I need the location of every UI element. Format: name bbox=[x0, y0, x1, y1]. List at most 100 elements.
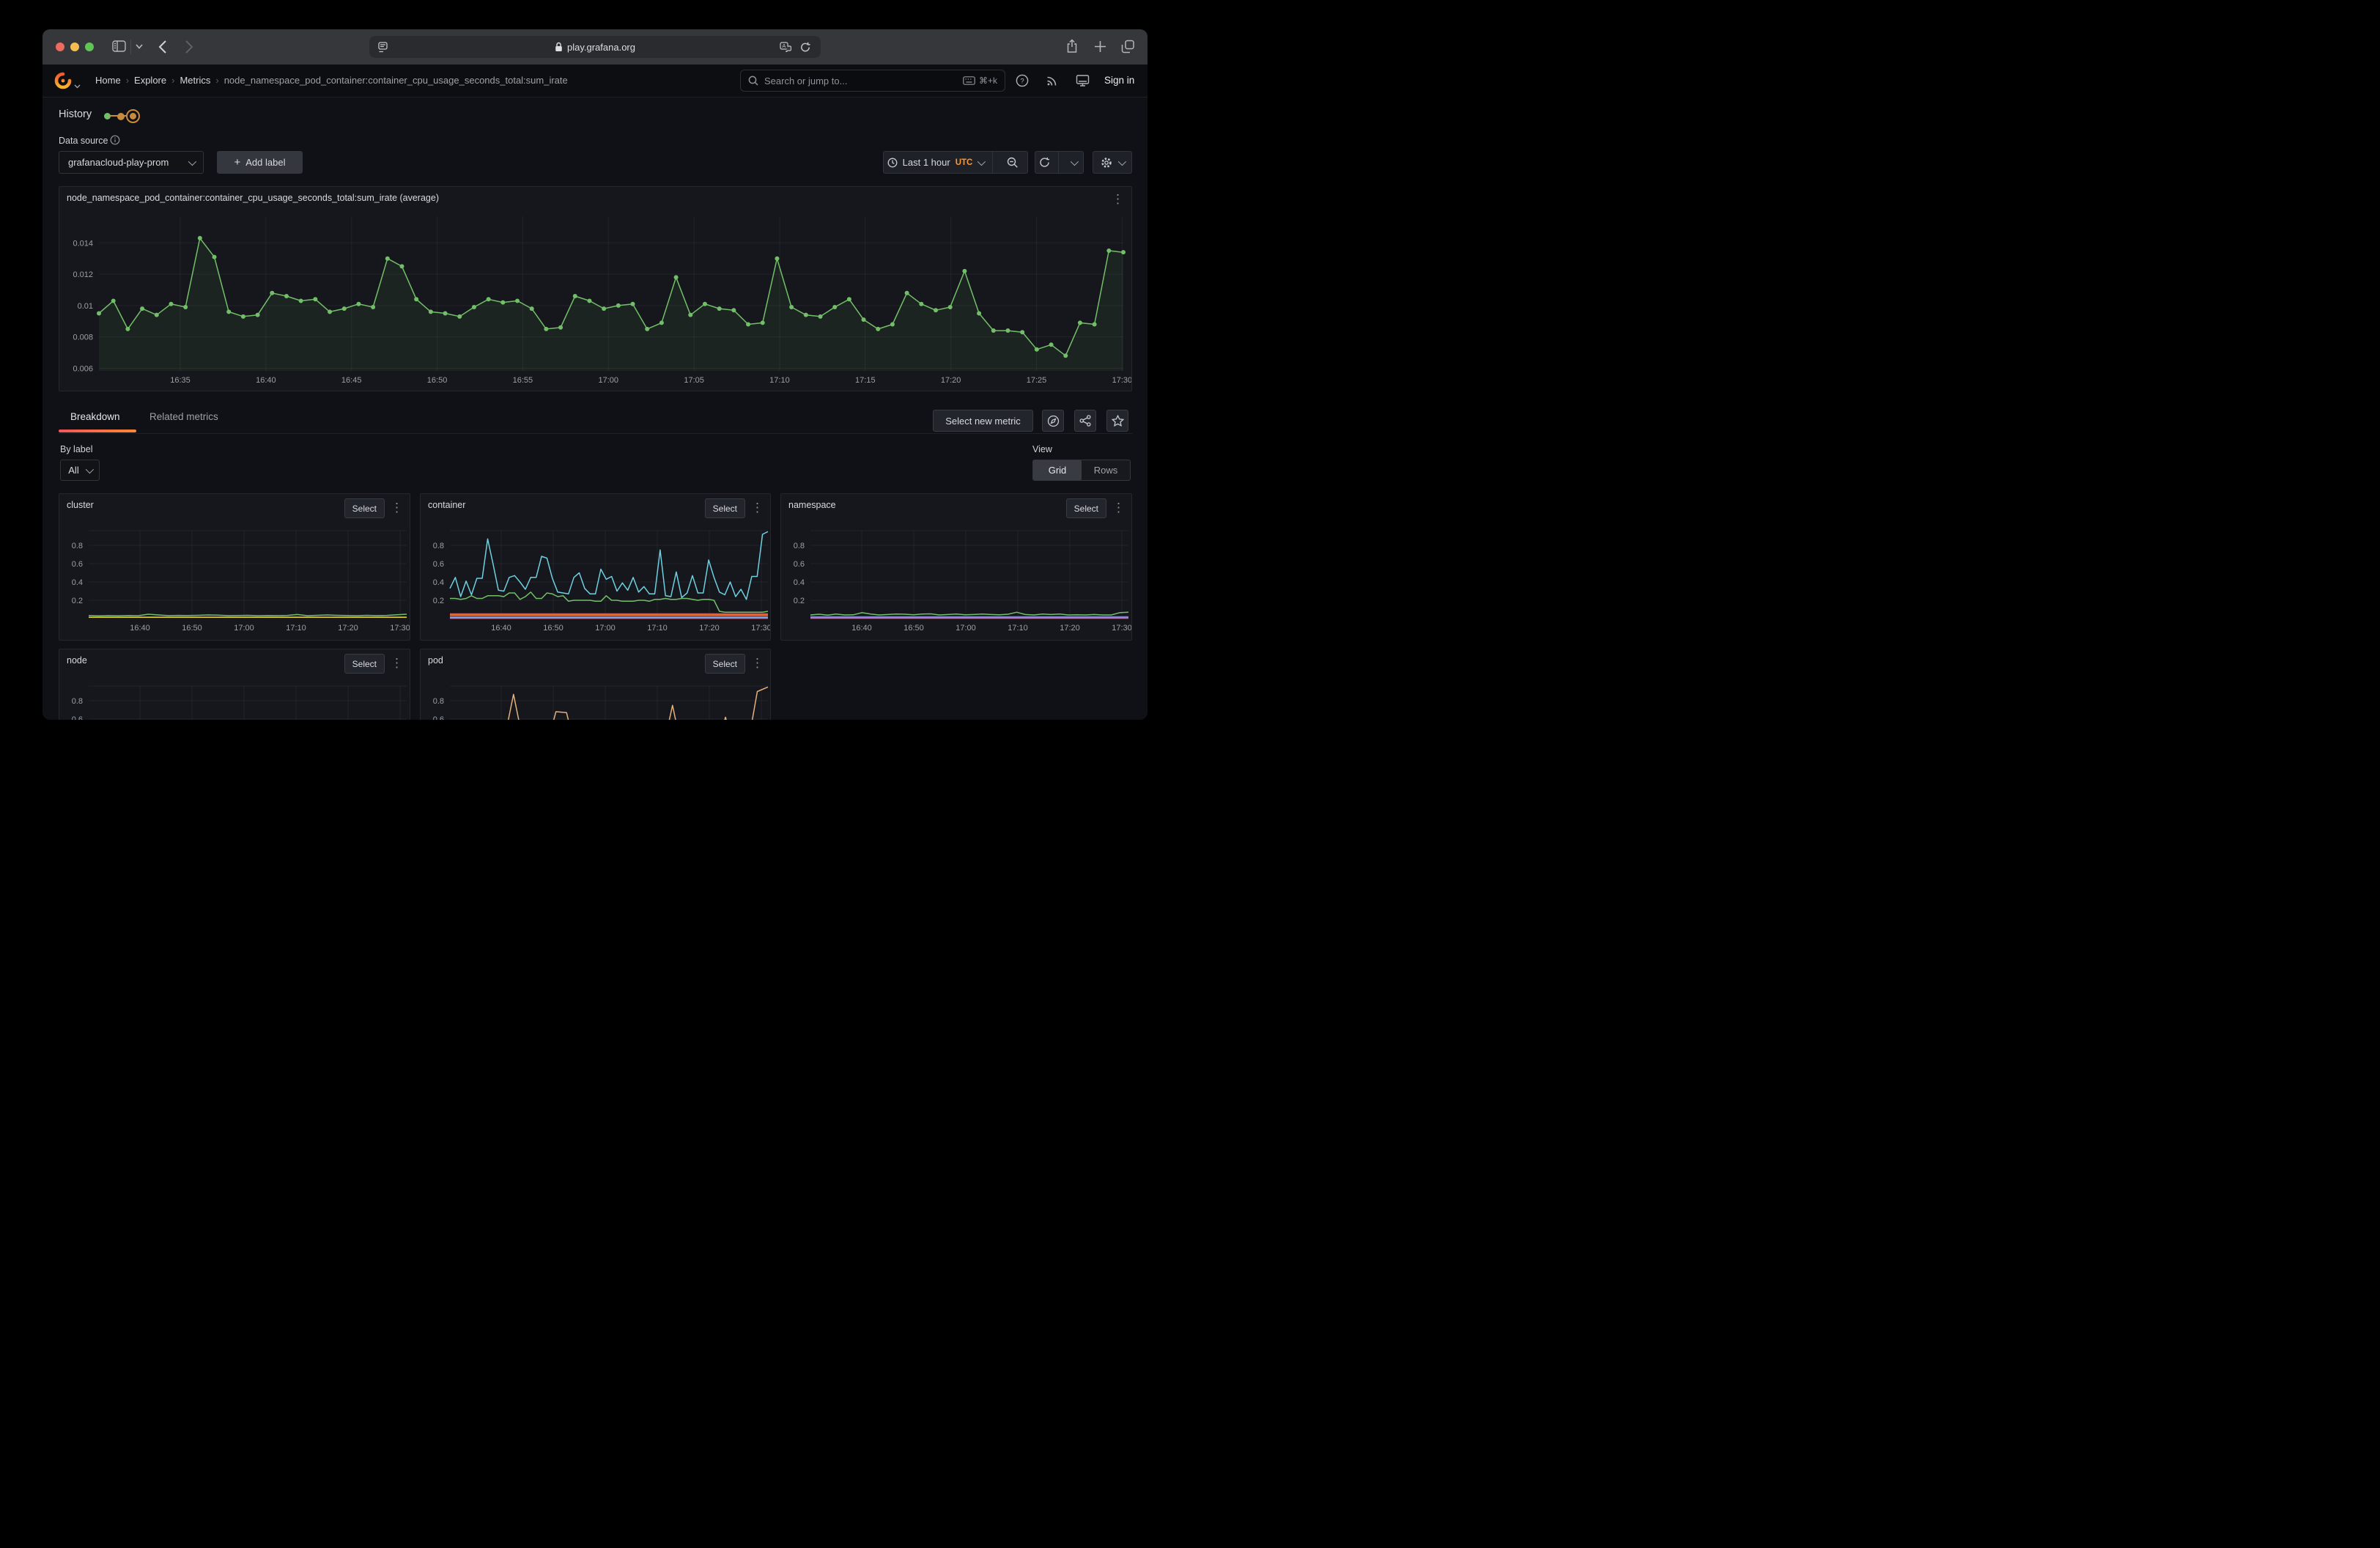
breakdown-panel-cluster: cluster Select ⋮ 0.80.60.40.216:4016:501… bbox=[59, 493, 410, 641]
org-chevron-down-icon[interactable] bbox=[74, 79, 81, 92]
share-icon[interactable] bbox=[1066, 39, 1078, 54]
svg-text:16:55: 16:55 bbox=[513, 376, 533, 385]
view-grid-option[interactable]: Grid bbox=[1033, 460, 1082, 480]
datasource-label: Data source bbox=[59, 136, 108, 146]
view-toggle: Grid Rows bbox=[1032, 460, 1131, 481]
datasource-value: grafanacloud-play-prom bbox=[68, 157, 169, 168]
svg-text:0.4: 0.4 bbox=[72, 578, 83, 587]
breadcrumb: Home› Explore› Metrics› node_namespace_p… bbox=[95, 75, 568, 86]
zoom-window-button[interactable] bbox=[85, 43, 94, 51]
address-bar[interactable]: play.grafana.org A bbox=[369, 36, 821, 58]
pod-chart[interactable]: 0.80.60.40.216:4016:5017:0017:1017:2017:… bbox=[421, 649, 770, 720]
main-metric-chart[interactable]: 0.0140.0120.010.0080.00616:3516:4016:451… bbox=[59, 187, 1131, 391]
svg-text:16:40: 16:40 bbox=[256, 376, 276, 385]
svg-text:0.4: 0.4 bbox=[794, 578, 805, 587]
refresh-button-group[interactable] bbox=[1035, 151, 1084, 174]
star-icon bbox=[1112, 415, 1124, 427]
tab-breakdown[interactable]: Breakdown bbox=[70, 411, 120, 422]
svg-text:0.2: 0.2 bbox=[72, 597, 83, 605]
history-step-current[interactable] bbox=[126, 109, 140, 123]
svg-text:17:20: 17:20 bbox=[338, 624, 358, 633]
minimize-window-button[interactable] bbox=[70, 43, 79, 51]
explore-compass-button[interactable] bbox=[1042, 410, 1064, 432]
share-nodes-icon bbox=[1079, 415, 1091, 427]
active-tab-indicator bbox=[59, 430, 136, 432]
svg-text:16:50: 16:50 bbox=[427, 376, 448, 385]
refresh-interval-dropdown[interactable] bbox=[1064, 160, 1083, 166]
svg-text:0.006: 0.006 bbox=[73, 364, 93, 373]
container-chart[interactable]: 0.80.60.40.216:4016:5017:0017:1017:2017:… bbox=[421, 494, 770, 640]
tab-related-metrics[interactable]: Related metrics bbox=[149, 411, 218, 422]
select-new-metric-button[interactable]: Select new metric bbox=[933, 410, 1033, 432]
tab-overview-icon[interactable] bbox=[1121, 40, 1135, 54]
sign-in-button[interactable]: Sign in bbox=[1104, 75, 1134, 86]
refresh-icon[interactable] bbox=[1035, 157, 1053, 168]
help-icon[interactable]: ? bbox=[1014, 73, 1030, 89]
close-window-button[interactable] bbox=[56, 43, 64, 51]
namespace-chart[interactable]: 0.80.60.40.216:4016:5017:0017:1017:2017:… bbox=[781, 494, 1131, 640]
share-metric-button[interactable] bbox=[1074, 410, 1096, 432]
gear-icon bbox=[1101, 157, 1112, 169]
reader-icon[interactable] bbox=[378, 36, 388, 58]
translate-icon[interactable]: A bbox=[780, 36, 791, 58]
chevron-down-icon bbox=[188, 157, 196, 165]
chevron-down-icon bbox=[978, 157, 986, 165]
svg-text:0.8: 0.8 bbox=[433, 542, 444, 550]
new-tab-icon[interactable] bbox=[1094, 40, 1106, 53]
breadcrumb-explore[interactable]: Explore bbox=[134, 75, 166, 86]
svg-text:0.01: 0.01 bbox=[78, 302, 93, 311]
svg-text:0.6: 0.6 bbox=[433, 715, 444, 720]
info-icon[interactable] bbox=[110, 135, 120, 149]
monitor-icon[interactable] bbox=[1074, 73, 1090, 89]
back-icon[interactable] bbox=[158, 40, 167, 54]
forward-icon bbox=[185, 40, 193, 54]
compass-icon bbox=[1047, 415, 1060, 427]
add-label-button[interactable]: + Add label bbox=[217, 151, 303, 174]
svg-text:16:50: 16:50 bbox=[182, 624, 202, 633]
svg-text:0.008: 0.008 bbox=[73, 333, 93, 342]
svg-text:16:40: 16:40 bbox=[130, 624, 150, 633]
svg-text:?: ? bbox=[1020, 77, 1024, 85]
breadcrumb-metrics[interactable]: Metrics bbox=[180, 75, 210, 86]
breakdown-panel-namespace: namespace Select ⋮ 0.80.60.40.216:4016:5… bbox=[780, 493, 1132, 641]
svg-text:0.6: 0.6 bbox=[72, 560, 83, 569]
chevron-down-icon bbox=[85, 465, 93, 473]
svg-text:17:30: 17:30 bbox=[751, 624, 770, 633]
node-chart[interactable]: 0.80.60.40.216:4016:5017:0017:1017:2017:… bbox=[59, 649, 410, 720]
browser-window: play.grafana.org A bbox=[42, 29, 1148, 720]
svg-text:17:10: 17:10 bbox=[286, 624, 306, 633]
zoom-out-button[interactable] bbox=[998, 157, 1027, 169]
bookmark-button[interactable] bbox=[1106, 410, 1128, 432]
by-label-select[interactable]: All bbox=[60, 460, 100, 481]
time-range-picker[interactable]: Last 1 hour UTC bbox=[883, 151, 1028, 174]
svg-text:17:00: 17:00 bbox=[234, 624, 254, 633]
sidebar-icon[interactable] bbox=[112, 40, 126, 52]
settings-button[interactable] bbox=[1093, 151, 1132, 174]
reload-icon[interactable] bbox=[800, 36, 810, 58]
search-input[interactable]: Search or jump to... ⌘+k bbox=[740, 70, 1005, 92]
by-label-label: By label bbox=[60, 444, 92, 454]
svg-text:16:40: 16:40 bbox=[491, 624, 511, 633]
svg-text:0.6: 0.6 bbox=[72, 715, 83, 720]
breadcrumb-home[interactable]: Home bbox=[95, 75, 121, 86]
view-rows-option[interactable]: Rows bbox=[1082, 460, 1130, 480]
grafana-logo[interactable] bbox=[54, 72, 72, 93]
lock-icon bbox=[555, 42, 563, 52]
svg-text:17:30: 17:30 bbox=[390, 624, 410, 633]
cluster-chart[interactable]: 0.80.60.40.216:4016:5017:0017:1017:2017:… bbox=[59, 494, 410, 640]
svg-text:0.012: 0.012 bbox=[73, 270, 93, 279]
svg-text:16:50: 16:50 bbox=[543, 624, 563, 633]
svg-text:17:00: 17:00 bbox=[595, 624, 616, 633]
svg-text:0.6: 0.6 bbox=[794, 560, 805, 569]
svg-text:0.6: 0.6 bbox=[433, 560, 444, 569]
svg-text:17:25: 17:25 bbox=[1027, 376, 1047, 385]
svg-text:0.4: 0.4 bbox=[433, 578, 444, 587]
chevron-down-icon bbox=[1118, 157, 1126, 165]
svg-text:16:50: 16:50 bbox=[903, 624, 924, 633]
datasource-picker[interactable]: grafanacloud-play-prom bbox=[59, 151, 204, 174]
svg-text:17:20: 17:20 bbox=[699, 624, 720, 633]
svg-text:17:20: 17:20 bbox=[1060, 624, 1080, 633]
news-rss-icon[interactable] bbox=[1044, 73, 1060, 89]
sidebar-chevron-down-icon[interactable] bbox=[136, 44, 143, 49]
by-label-value: All bbox=[68, 465, 78, 476]
